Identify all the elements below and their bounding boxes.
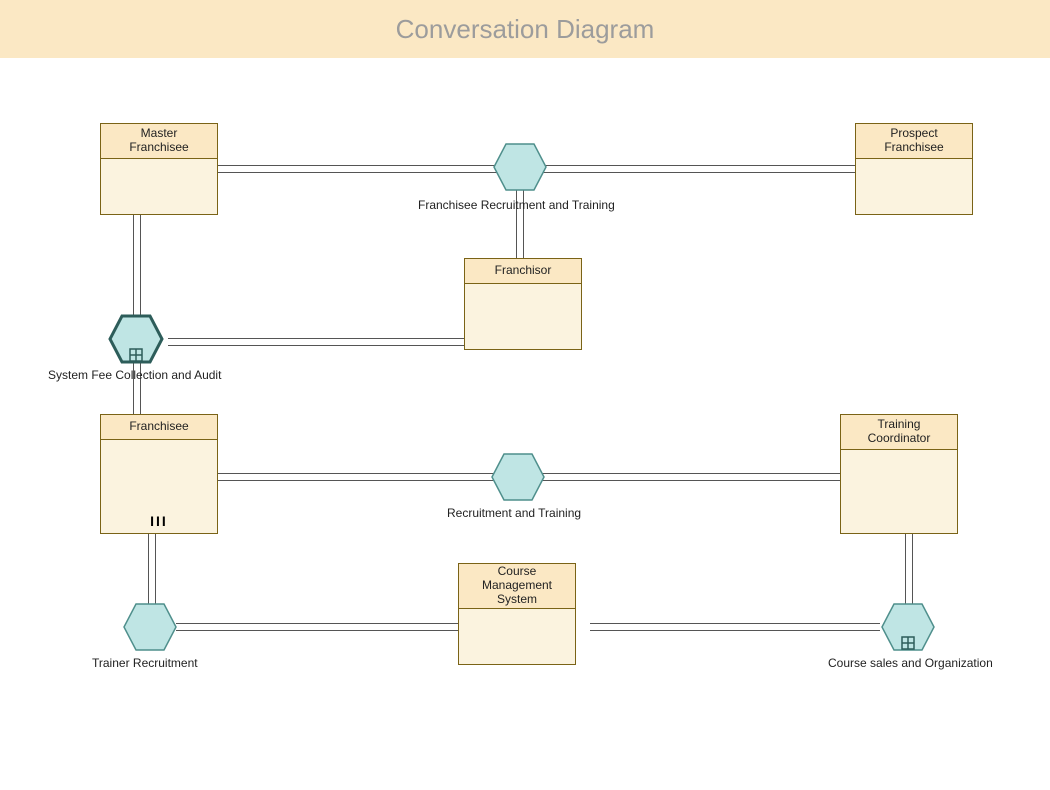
diagram-canvas: MasterFranchisee ProspectFranchisee Fran… — [0, 58, 1050, 790]
pool-course-management-system[interactable]: CourseManagementSystem — [458, 563, 576, 665]
multi-instance-marker-icon: III — [150, 513, 168, 529]
pool-master-franchisee[interactable]: MasterFranchisee — [100, 123, 218, 215]
hexagon-icon — [880, 602, 936, 652]
link — [148, 528, 156, 608]
pool-body — [459, 609, 575, 664]
pool-header: TrainingCoordinator — [841, 415, 957, 450]
link — [176, 623, 459, 631]
link — [168, 338, 468, 346]
title-bar: Conversation Diagram — [0, 0, 1050, 58]
pool-header: Franchisor — [465, 259, 581, 284]
hexagon-icon — [122, 602, 178, 652]
pool-training-coordinator[interactable]: TrainingCoordinator — [840, 414, 958, 534]
conversation-recruitment-training[interactable] — [490, 452, 546, 507]
pool-prospect-franchisee[interactable]: ProspectFranchisee — [855, 123, 973, 215]
conversation-label: Franchisee Recruitment and Training — [418, 198, 615, 212]
link — [590, 623, 880, 631]
conversation-course-sales-organization[interactable] — [880, 602, 936, 657]
hexagon-icon — [108, 314, 164, 364]
conversation-label: System Fee Collection and Audit — [48, 368, 221, 382]
pool-header: CourseManagementSystem — [459, 564, 575, 609]
conversation-trainer-recruitment[interactable] — [122, 602, 178, 657]
pool-franchisee[interactable]: Franchisee III — [100, 414, 218, 534]
hexagon-icon — [490, 452, 546, 502]
pool-header: Franchisee — [101, 415, 217, 440]
pool-body — [856, 159, 972, 214]
hexagon-icon — [492, 142, 548, 192]
pool-body — [465, 284, 581, 349]
conversation-label: Trainer Recruitment — [92, 656, 198, 670]
pool-header: MasterFranchisee — [101, 124, 217, 159]
pool-body — [101, 159, 217, 214]
conversation-system-fee-collection[interactable] — [108, 314, 164, 369]
conversation-label: Course sales and Organization — [828, 656, 993, 670]
pool-body: III — [101, 440, 217, 533]
pool-franchisor[interactable]: Franchisor — [464, 258, 582, 350]
link — [905, 530, 913, 605]
pool-header: ProspectFranchisee — [856, 124, 972, 159]
conversation-franchisee-recruitment-training[interactable] — [492, 142, 548, 197]
pool-body — [841, 450, 957, 533]
page-title: Conversation Diagram — [396, 14, 655, 45]
conversation-label: Recruitment and Training — [447, 506, 581, 520]
